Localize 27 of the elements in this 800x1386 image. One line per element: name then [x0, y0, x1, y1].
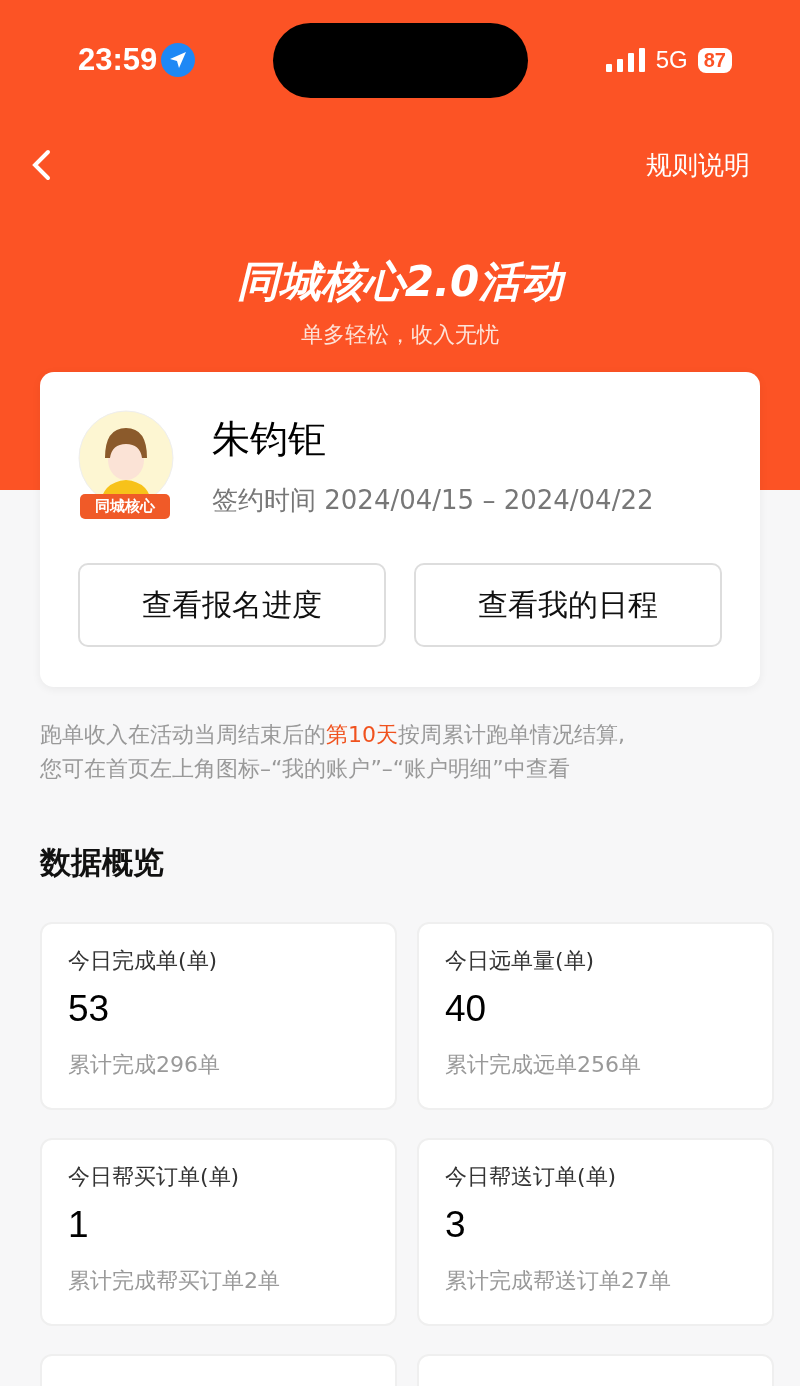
stat-note: 累计完成远单256单	[445, 1051, 642, 1079]
stat-note: 累计完成帮买订单2单	[68, 1267, 281, 1295]
banner-title: 同城核心2.0活动	[236, 256, 564, 308]
stat-note: 累计完成帮送订单27单	[445, 1267, 672, 1295]
stat-note: 累计完成296单	[68, 1051, 221, 1079]
stat-label: 今日完成单(单)	[68, 947, 219, 975]
banner-subtitle: 单多轻松，收入无忧	[301, 321, 499, 349]
stat-label: 今日帮送订单(单)	[445, 1163, 618, 1191]
section-title: 数据概览	[40, 843, 165, 882]
status-time: 23:59	[78, 42, 158, 78]
back-button[interactable]	[30, 149, 52, 181]
sign-period: 签约时间 2024/04/15 – 2024/04/22	[212, 484, 654, 517]
stat-value: 53	[68, 988, 111, 1030]
stat-label: 今日远单量(单)	[445, 947, 596, 975]
stat-value: 40	[445, 988, 488, 1030]
network-label: 5G	[655, 46, 688, 74]
battery-level: 87	[697, 47, 732, 73]
stat-value: 3	[445, 1204, 467, 1246]
action-button[interactable]: 查看报名进度	[78, 563, 386, 647]
signal-icon	[605, 48, 646, 72]
notice-text: 跑单收入在活动当周结束后的第10天按周累计跑单情况结算, 您可在首页左上角图标–“我的账户”–“账户明细”中查看	[40, 721, 626, 783]
user-name: 朱钧钜	[212, 416, 327, 463]
action-button[interactable]: 查看我的日程	[414, 563, 722, 647]
avatar-badge: 同城核心	[80, 494, 170, 519]
stat-value: 1	[68, 1204, 90, 1246]
location-icon	[161, 43, 196, 77]
stat-label: 今日帮买订单(单)	[68, 1163, 241, 1191]
